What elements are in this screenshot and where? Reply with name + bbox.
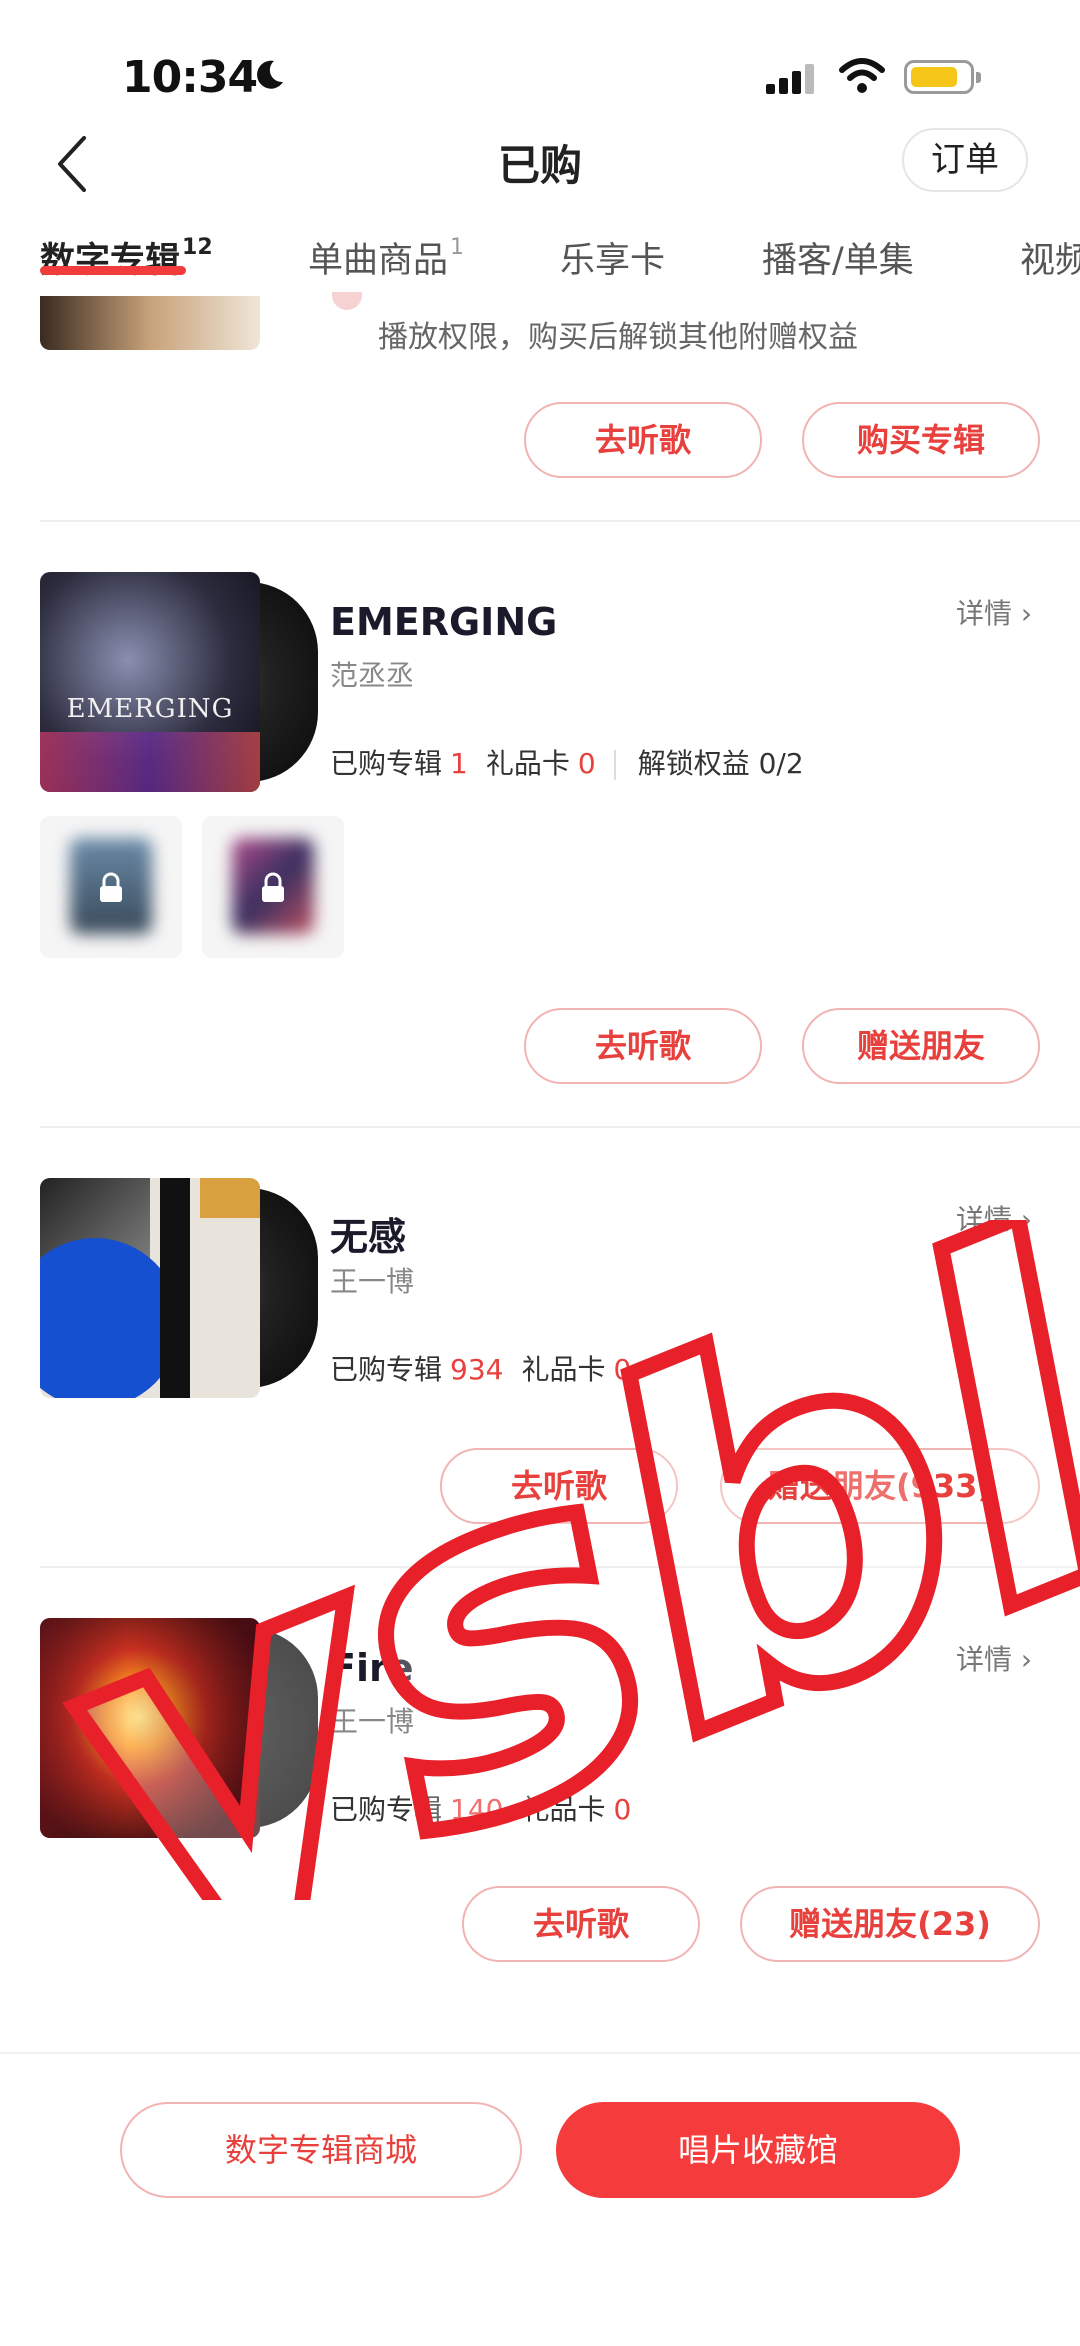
details-link[interactable]: 详情 › [956, 592, 1032, 632]
chevron-right-icon: › [1020, 597, 1033, 630]
details-link[interactable]: 详情 › [956, 1638, 1032, 1678]
tab-single-goods[interactable]: 单曲商品1 [308, 232, 464, 283]
album-cover-fire[interactable] [40, 1618, 260, 1838]
divider [40, 1566, 1080, 1568]
album-cover-partial[interactable] [40, 296, 260, 350]
vinyl-collection-button[interactable]: 唱片收藏馆 [556, 2102, 960, 2198]
locked-benefit-thumbnail[interactable] [202, 816, 344, 958]
tab-active-indicator [40, 266, 186, 275]
cellular-signal-icon [766, 62, 816, 94]
gift-friend-button[interactable]: 赠送朋友 [802, 1008, 1040, 1084]
gift-friend-button[interactable]: 赠送朋友(23) [740, 1886, 1040, 1962]
gift-friend-button[interactable]: 赠送朋友(933) [720, 1448, 1040, 1524]
album-title[interactable]: Fire [330, 1646, 414, 1690]
album-artist[interactable]: 王一博 [330, 1260, 414, 1300]
lock-icon [100, 872, 122, 902]
listen-button[interactable]: 去听歌 [524, 402, 762, 478]
tab-video[interactable]: 视频 [1020, 232, 1080, 283]
album-stats: 已购专辑 934 礼品卡 0 [330, 1353, 632, 1386]
album-cover-wugan[interactable] [40, 1178, 260, 1398]
order-button[interactable]: 订单 [902, 128, 1028, 192]
partial-card-description: 播放权限，购买后解锁其他附赠权益 [378, 320, 858, 355]
bottom-divider [0, 2052, 1080, 2054]
divider [40, 520, 1080, 522]
details-link[interactable]: 详情 › [956, 1198, 1032, 1238]
album-stats: 已购专辑 1 礼品卡 0 解锁权益 0/2 [330, 747, 804, 780]
listen-button[interactable]: 去听歌 [462, 1886, 700, 1962]
locked-benefit-thumbnail[interactable] [40, 816, 182, 958]
benefit-dot [332, 292, 362, 310]
chevron-right-icon: › [1020, 1203, 1033, 1236]
tab-enjoy-card[interactable]: 乐享卡 [560, 232, 665, 283]
album-artist[interactable]: 范丞丞 [330, 654, 414, 694]
wifi-icon [839, 58, 885, 93]
tab-digital-album[interactable]: 数字专辑12 [40, 232, 213, 283]
listen-button[interactable]: 去听歌 [440, 1448, 678, 1524]
album-cover-emerging[interactable]: EMERGING [40, 572, 260, 792]
album-cover-art-text: EMERGING [66, 694, 234, 724]
album-artist[interactable]: 王一博 [330, 1700, 414, 1740]
moon-icon [257, 60, 283, 89]
status-time: 10:34 [122, 52, 258, 103]
album-title[interactable]: 无感 [330, 1206, 406, 1261]
buy-album-button[interactable]: 购买专辑 [802, 402, 1040, 478]
album-stats: 已购专辑 140 礼品卡 0 [330, 1793, 632, 1826]
stats-separator [613, 750, 616, 780]
battery-icon [904, 60, 981, 94]
album-title[interactable]: EMERGING [330, 600, 557, 644]
listen-button[interactable]: 去听歌 [524, 1008, 762, 1084]
lock-icon [262, 872, 284, 902]
chevron-right-icon: › [1020, 1643, 1033, 1676]
tab-podcast[interactable]: 播客/单集 [762, 232, 914, 283]
divider [40, 1126, 1080, 1128]
digital-album-mall-button[interactable]: 数字专辑商城 [120, 2102, 522, 2198]
